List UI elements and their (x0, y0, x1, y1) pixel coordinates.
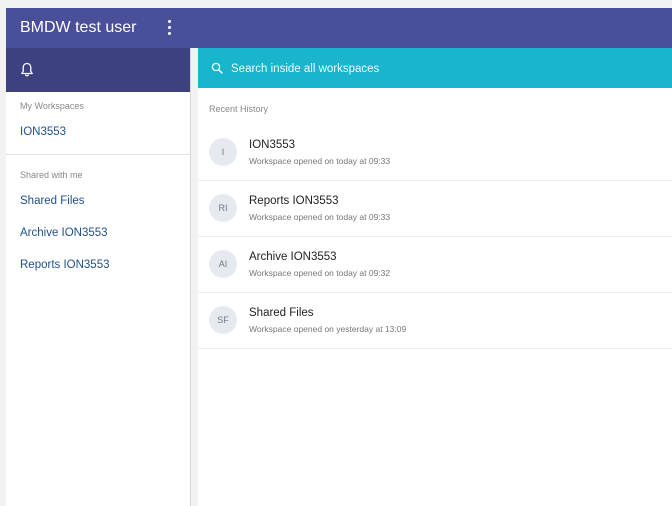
workspace-avatar: I (209, 138, 237, 166)
sidebar: BMDW test user My Workspaces ION3553 Sha… (6, 8, 191, 506)
workspace-avatar: SF (209, 306, 237, 334)
bell-icon[interactable] (20, 62, 34, 78)
history-item-title: Reports ION3553 (249, 195, 339, 207)
history-item-title: Shared Files (249, 307, 314, 319)
sidebar-item-shared-files[interactable]: Shared Files (6, 185, 190, 217)
history-item-title: Archive ION3553 (249, 251, 337, 263)
search-icon (211, 62, 223, 74)
workspace-nav: My Workspaces ION3553 Shared with me Sha… (6, 92, 190, 281)
section-label-shared-with-me: Shared with me (20, 170, 83, 180)
sidebar-item-ion3553[interactable]: ION3553 (6, 116, 190, 148)
recent-history-list: I ION3553 Workspace opened on today at 0… (198, 125, 672, 349)
history-item-subtitle: Workspace opened on yesterday at 13:09 (249, 324, 407, 334)
notification-bar (6, 48, 190, 92)
main-panel: Recent History I ION3553 Workspace opene… (198, 88, 672, 506)
history-item-subtitle: Workspace opened on today at 09:33 (249, 156, 391, 166)
top-header-band (190, 8, 672, 48)
history-item-subtitle: Workspace opened on today at 09:33 (249, 212, 391, 222)
app-window: BMDW test user My Workspaces ION3553 Sha… (0, 0, 672, 506)
recent-history-label: Recent History (209, 104, 269, 114)
search-input[interactable] (229, 58, 653, 80)
history-item[interactable]: I ION3553 Workspace opened on today at 0… (198, 125, 672, 181)
user-name[interactable]: BMDW test user (20, 19, 136, 37)
history-item[interactable]: AI Archive ION3553 Workspace opened on t… (198, 237, 672, 293)
sidebar-item-reports-ion3553[interactable]: Reports ION3553 (6, 249, 190, 281)
sidebar-item-archive-ion3553[interactable]: Archive ION3553 (6, 217, 190, 249)
history-item-title: ION3553 (249, 139, 296, 151)
search-bar (198, 48, 672, 88)
sidebar-divider (6, 154, 190, 155)
history-item[interactable]: RI Reports ION3553 Workspace opened on t… (198, 181, 672, 237)
history-item-subtitle: Workspace opened on today at 09:32 (249, 268, 391, 278)
workspace-avatar: RI (209, 194, 237, 222)
history-item[interactable]: SF Shared Files Workspace opened on yest… (198, 293, 672, 349)
kebab-menu-icon[interactable] (166, 20, 172, 38)
workspace-avatar: AI (209, 250, 237, 278)
user-header: BMDW test user (6, 8, 190, 48)
section-label-my-workspaces: My Workspaces (20, 101, 84, 111)
